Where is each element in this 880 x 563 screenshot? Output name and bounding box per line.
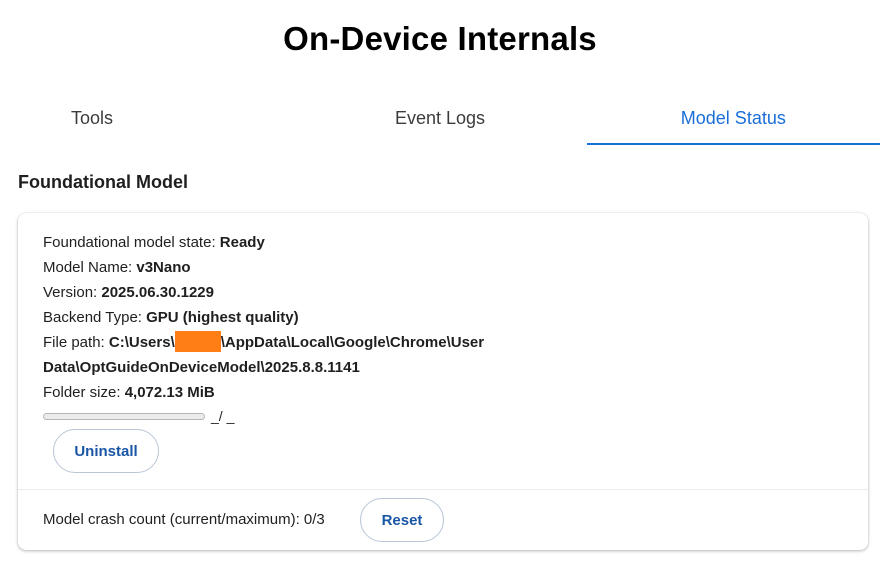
tab-bar: Tools Event Logs Model Status xyxy=(0,90,880,146)
backend-value: GPU (highest quality) xyxy=(146,309,299,326)
foundational-model-card: Foundational model state: Ready Model Na… xyxy=(18,213,868,550)
version-value: 2025.06.30.1229 xyxy=(101,284,214,301)
file-path-value-start: C:\Users\ xyxy=(108,334,175,351)
model-name-value: v3Nano xyxy=(136,259,191,276)
folder-size-label: Folder size: xyxy=(43,384,125,401)
card-divider xyxy=(18,489,868,490)
backend-label: Backend Type: xyxy=(43,309,147,326)
file-path-label: File path: xyxy=(43,334,109,351)
uninstall-button[interactable]: Uninstall xyxy=(53,429,159,473)
model-state-label: Foundational model state: xyxy=(43,234,220,251)
section-title: Foundational Model xyxy=(18,172,188,192)
file-path-value-line2: Data\OptGuideOnDeviceModel\2025.8.8.1141 xyxy=(43,359,360,376)
page-title: On-Device Internals xyxy=(283,20,597,57)
reset-button[interactable]: Reset xyxy=(360,498,444,542)
download-progress: _/ _ xyxy=(43,408,235,424)
model-name-label: Model Name: xyxy=(43,259,137,276)
backend-row: Backend Type: GPU (highest quality) xyxy=(43,305,484,330)
file-path-row: File path: C:\Users\ \AppData\Local\Googl… xyxy=(43,330,484,355)
progress-text: _/ _ xyxy=(211,408,235,424)
crash-count-label: Model crash count (current/maximum): 0/3 xyxy=(43,511,325,528)
model-name-row: Model Name: v3Nano xyxy=(43,255,484,280)
folder-size-value: 4,072.13 MiB xyxy=(124,384,215,401)
tab-event-logs[interactable]: Event Logs xyxy=(293,90,586,146)
model-state-row: Foundational model state: Ready xyxy=(43,230,484,255)
model-info: Foundational model state: Ready Model Na… xyxy=(43,230,484,405)
file-path-value-end: \AppData\Local\Google\Chrome\User xyxy=(220,334,485,351)
model-state-value: Ready xyxy=(219,234,265,251)
file-path-row-continued: Data\OptGuideOnDeviceModel\2025.8.8.1141 xyxy=(43,355,484,380)
tab-model-status[interactable]: Model Status xyxy=(586,90,880,146)
version-label: Version: xyxy=(43,284,102,301)
redaction-box xyxy=(174,331,221,352)
version-row: Version: 2025.06.30.1229 xyxy=(43,280,484,305)
progress-bar xyxy=(43,412,205,420)
tab-tools[interactable]: Tools xyxy=(0,90,293,146)
folder-size-row: Folder size: 4,072.13 MiB xyxy=(43,380,484,405)
